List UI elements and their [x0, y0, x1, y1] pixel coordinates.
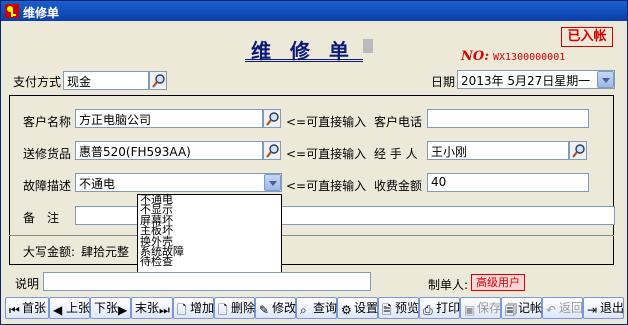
magnifier-icon — [572, 144, 585, 158]
next-button[interactable]: 下张▶ — [90, 297, 131, 319]
fault-hint: <=可直接输入 — [286, 179, 367, 193]
repair-order-window: 维修单 维 修 单 已入帐 NO: WX1300000001 支付方式 现金 日… — [0, 0, 628, 325]
fault-select[interactable]: 不通电 — [75, 173, 282, 192]
customer-picker[interactable] — [263, 109, 281, 128]
settings-icon: ⚙ — [341, 303, 352, 317]
prev-button[interactable]: ◀ 上张 — [49, 297, 90, 319]
magnifier-icon — [266, 144, 279, 158]
order-no-label: NO: — [461, 49, 490, 64]
order-no-value: WX1300000001 — [493, 52, 566, 63]
customer-hint: <=可直接输入 — [286, 115, 367, 129]
customer-input[interactable]: 方正电脑公司 — [75, 109, 263, 128]
fast-forward-icon: ⏭ — [159, 303, 170, 317]
magnifier-icon — [152, 74, 165, 88]
toolbar: ⏮ 首张 ◀ 上张 下张▶ 末张⏭ 🗋 增加 🗋 删除 ✎ 修改 ⌕ 查询 ⚙ 设置 🗎 预览 … — [5, 297, 625, 321]
preview-icon: 🗎 — [382, 303, 392, 317]
phone-label: 客户电话 — [374, 115, 423, 129]
post-button[interactable]: 🗐记帐 — [501, 297, 542, 319]
new-doc-icon: 🗋 — [177, 303, 187, 317]
handler-label: 经 手 人 — [374, 147, 418, 161]
exit-button[interactable]: ⇥ 退出 — [583, 297, 624, 319]
posted-stamp: 已入帐 — [561, 27, 613, 47]
magnifier-icon — [266, 112, 279, 126]
disk-icon: ▣ — [464, 303, 476, 317]
left-arrow-icon: ◀ — [53, 303, 63, 317]
exit-icon: ⇥ — [587, 303, 598, 317]
add-button[interactable]: 🗋 增加 — [173, 297, 214, 319]
note-label: 说明 — [15, 277, 40, 291]
edit-icon: ✎ — [259, 303, 270, 317]
pay-method-input[interactable]: 现金 — [63, 71, 149, 90]
goods-hint: <=可直接输入 — [286, 147, 367, 161]
goods-input[interactable]: 惠普520(FH593AA) — [75, 141, 263, 160]
panel-divider — [9, 235, 614, 236]
rewind-icon: ⏮ — [9, 303, 20, 317]
title-underline — [245, 59, 363, 62]
delete-doc-icon: 🗋 — [218, 303, 228, 317]
print-button[interactable]: ⎙ 打印 — [419, 297, 460, 319]
printer-icon: ⎙ — [423, 303, 433, 317]
preview-button[interactable]: 🗎 预览 — [378, 297, 419, 319]
back-button[interactable]: ↶ 返回 — [542, 297, 583, 319]
back-arrow-icon: ↶ — [546, 303, 557, 317]
last-button[interactable]: 末张⏭ — [131, 297, 173, 319]
amount-words-label: 大写金额: — [23, 245, 76, 259]
ledger-icon: 🗐 — [505, 303, 517, 317]
fee-label: 收费金额 — [374, 179, 423, 193]
fault-dropdown-button[interactable] — [264, 174, 281, 191]
settings-button[interactable]: ⚙ 设置 — [337, 297, 378, 319]
delete-button[interactable]: 🗋 删除 — [214, 297, 255, 319]
query-button[interactable]: ⌕ 查询 — [296, 297, 337, 319]
edit-button[interactable]: ✎ 修改 — [255, 297, 296, 319]
note-input[interactable] — [43, 272, 371, 291]
maker-value: 高级用户 — [471, 274, 525, 291]
fee-input[interactable]: 40 — [427, 173, 589, 192]
maker-label: 制单人: — [428, 278, 469, 292]
amount-words-value: 肆拾元整 — [81, 245, 130, 259]
right-arrow-icon: ▶ — [118, 303, 128, 317]
window-title: 维修单 — [23, 6, 60, 20]
first-button[interactable]: ⏮ 首张 — [5, 297, 49, 319]
goods-label: 送修货品 — [23, 147, 72, 161]
handler-picker[interactable] — [569, 141, 587, 160]
key-icon — [5, 4, 19, 18]
title-bar: 维修单 — [1, 1, 627, 21]
customer-label: 客户名称 — [23, 115, 72, 129]
handler-input[interactable]: 王小刚 — [427, 141, 569, 160]
title-marker — [363, 39, 373, 53]
goods-picker[interactable] — [263, 141, 281, 160]
save-button[interactable]: ▣ 保存 — [460, 297, 501, 319]
fault-option[interactable]: 待检查 — [138, 256, 281, 267]
pay-method-picker[interactable] — [149, 71, 167, 90]
phone-input[interactable] — [427, 109, 589, 128]
date-dropdown-button[interactable] — [597, 71, 614, 88]
remark-label: 备 注 — [23, 211, 60, 225]
date-picker[interactable]: 2013年 5月27日星期一 — [457, 70, 615, 89]
pay-method-label: 支付方式 — [13, 75, 62, 89]
fault-options-list: 不通电 不显示 屏幕坏 主板坏 换外壳 系统故障 待检查 — [137, 194, 282, 279]
fault-label: 故障描述 — [23, 179, 72, 193]
date-label: 日期 — [431, 75, 456, 89]
search-icon: ⌕ — [300, 303, 307, 317]
